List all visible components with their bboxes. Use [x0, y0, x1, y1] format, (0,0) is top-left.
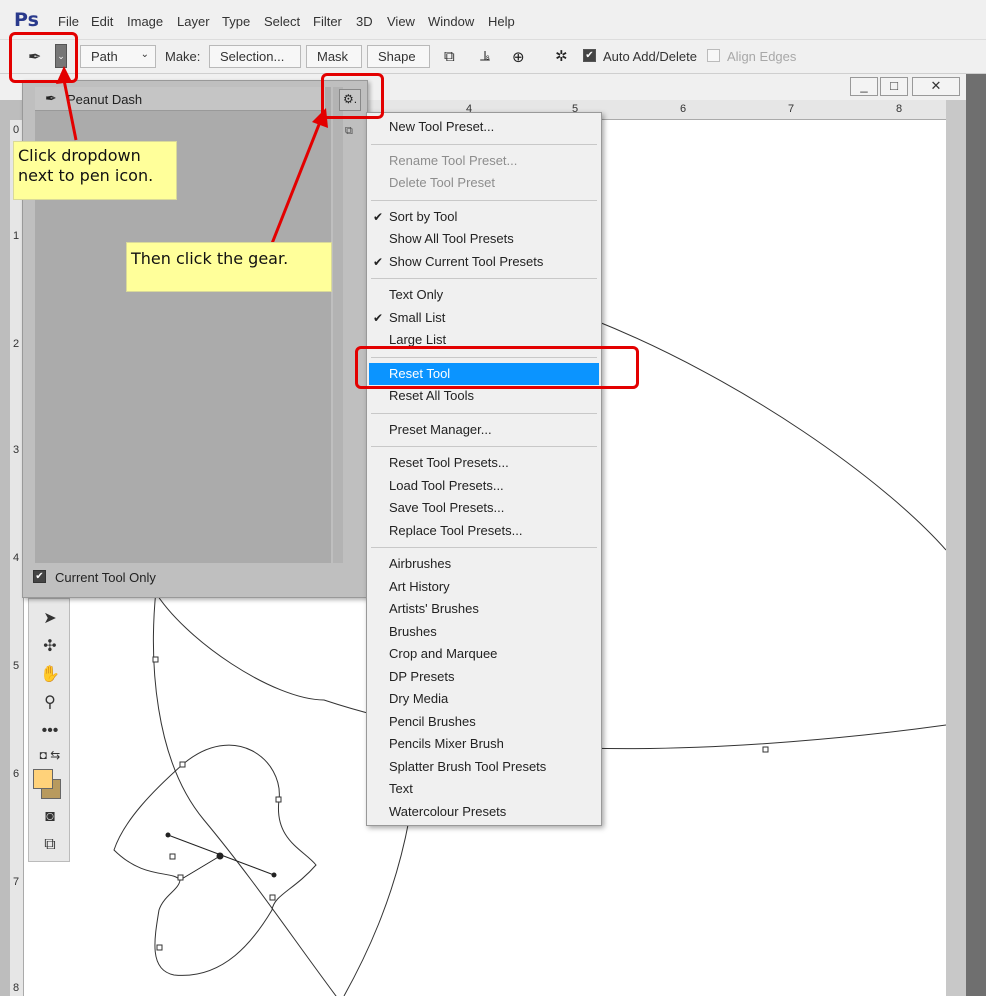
instruction-callout-1: Click dropdown next to pen icon. — [13, 141, 177, 200]
instruction-callout-2: Then click the gear. — [126, 242, 332, 292]
